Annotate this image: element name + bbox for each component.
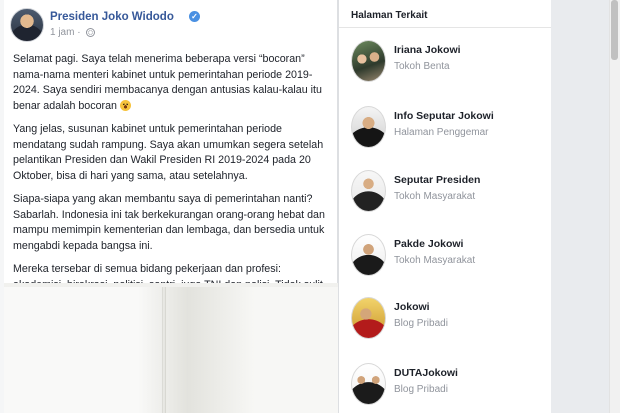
- scrollbar-track[interactable]: [609, 0, 620, 413]
- page-category: Blog Pribadi: [394, 318, 448, 329]
- author-name-link[interactable]: Presiden Joko Widodo: [50, 11, 174, 23]
- page-name[interactable]: Iriana Jokowi: [394, 44, 461, 56]
- related-page-item[interactable]: Pakde Jokowi Tokoh Masyarakat: [351, 234, 546, 280]
- photo-wall: [4, 287, 338, 413]
- page-name[interactable]: Seputar Presiden: [394, 174, 480, 186]
- post-header: Presiden Joko Widodo ✓ 1 jam ·: [10, 8, 331, 44]
- sidebar-title: Halaman Terkait: [351, 10, 428, 21]
- verified-badge-icon: ✓: [189, 11, 200, 22]
- page-avatar[interactable]: [351, 106, 386, 148]
- related-page-item[interactable]: Seputar Presiden Tokoh Masyarakat: [351, 170, 546, 216]
- meta-separator: ·: [77, 27, 81, 38]
- page-name[interactable]: Jokowi: [394, 301, 430, 313]
- grinning-face-icon: [119, 99, 131, 111]
- page-category: Blog Pribadi: [394, 384, 448, 395]
- page-avatar[interactable]: [351, 297, 386, 339]
- related-page-item[interactable]: Jokowi Blog Pribadi: [351, 297, 546, 343]
- page-category: Tokoh Benta: [394, 61, 450, 72]
- page-avatar[interactable]: [351, 40, 386, 82]
- post-paragraph-text: Selamat pagi. Saya telah menerima bebera…: [13, 53, 322, 112]
- page-category: Halaman Penggemar: [394, 127, 489, 138]
- related-page-item[interactable]: Info Seputar Jokowi Halaman Penggemar: [351, 106, 546, 152]
- page-category: Tokoh Masyarakat: [394, 191, 476, 202]
- related-page-item[interactable]: Iriana Jokowi Tokoh Benta: [351, 40, 546, 86]
- globe-icon[interactable]: [86, 28, 96, 37]
- photo-pole: [162, 287, 166, 413]
- page-avatar[interactable]: [351, 363, 386, 405]
- post-photo[interactable]: [4, 283, 338, 413]
- related-page-item[interactable]: DUTAJokowi Blog Pribadi: [351, 363, 546, 409]
- post-meta: 1 jam ·: [50, 27, 96, 38]
- page-name[interactable]: Info Seputar Jokowi: [394, 110, 494, 122]
- related-pages-sidebar: Halaman Terkait Iriana Jokowi Tokoh Bent…: [338, 0, 552, 413]
- post-paragraph: Yang jelas, susunan kabinet untuk pemeri…: [13, 123, 324, 182]
- page-name[interactable]: Pakde Jokowi: [394, 238, 463, 250]
- post-paragraph: Siapa-siapa yang akan membantu saya di p…: [13, 193, 325, 252]
- post-timestamp[interactable]: 1 jam: [50, 27, 74, 38]
- page-avatar[interactable]: [351, 234, 386, 276]
- post-body: Selamat pagi. Saya telah menerima bebera…: [13, 52, 333, 317]
- post-card: Presiden Joko Widodo ✓ 1 jam · Selamat p…: [4, 0, 338, 306]
- sidebar-divider: [339, 27, 552, 28]
- page-category: Tokoh Masyarakat: [394, 255, 476, 266]
- post-paragraph: Selamat pagi. Saya telah menerima bebera…: [13, 52, 333, 114]
- page-avatar[interactable]: [351, 170, 386, 212]
- page-name[interactable]: DUTAJokowi: [394, 367, 458, 379]
- author-avatar[interactable]: [10, 8, 44, 42]
- scrollbar-thumb[interactable]: [611, 0, 618, 60]
